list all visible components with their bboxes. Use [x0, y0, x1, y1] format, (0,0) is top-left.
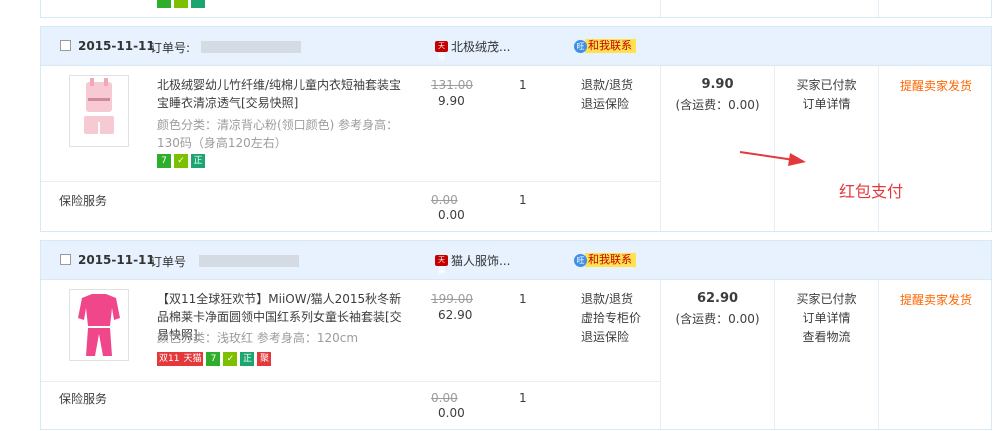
remind-seller-ship-link[interactable]: 提醒卖家发货	[879, 77, 993, 94]
order-number-label: 订单号	[150, 255, 187, 269]
order-select-checkbox[interactable]	[60, 40, 71, 51]
previous-order-badges	[157, 0, 205, 8]
order-date: 2015-11-11	[78, 253, 155, 267]
seven-day-return-icon[interactable]: 7	[157, 154, 171, 168]
order-total: 9.90 (含运费：0.00)	[661, 77, 774, 113]
product-thumbnail[interactable]	[69, 75, 129, 147]
cup-badge-icon[interactable]: ✓	[174, 154, 188, 168]
order-header: 2015-11-11 订单号 天猫 猫人服饰... 旺 和我联系	[41, 241, 991, 280]
pajama-set-image	[84, 78, 114, 134]
shop-name: 猫人服饰...	[451, 254, 511, 268]
girls-long-sleeve-set-image	[78, 294, 120, 356]
shop-link[interactable]: 天猫 猫人服饰...	[435, 252, 511, 275]
product-spec: 颜色分类：清凉背心粉(领口颜色) 参考身高：130码（身高120左右）	[157, 118, 399, 150]
counter-price-link[interactable]: 虚拾专柜价	[581, 309, 641, 328]
unit-price: 62.90	[438, 308, 473, 322]
refund-link[interactable]: 退款/退货	[581, 76, 633, 95]
annotation-arrow-icon	[739, 151, 806, 166]
total-amount: 62.90	[696, 291, 739, 306]
view-logistics-link[interactable]: 查看物流	[775, 328, 878, 347]
order-card: 2015-11-11 订单号 天猫 猫人服饰... 旺 和我联系 【双11全球狂…	[40, 240, 992, 430]
double-eleven-badge[interactable]: 双11	[157, 352, 182, 366]
status-text: 买家已付款	[796, 78, 857, 92]
previous-order-stub	[40, 0, 992, 18]
product-badges: 7 ✓ 正	[157, 154, 205, 168]
total-amount: 9.90	[701, 77, 734, 92]
order-number-redacted	[199, 255, 299, 267]
insurance-original-price: 0.00	[431, 193, 458, 207]
annotation-note: 红包支付	[839, 182, 904, 201]
order-details-link[interactable]: 订单详情	[775, 309, 878, 328]
shop-name: 北极绒茂...	[451, 40, 511, 54]
return-insurance-link[interactable]: 退运保险	[581, 328, 641, 347]
product-services: 退款/退货 虚拾专柜价 退运保险	[581, 290, 641, 347]
return-insurance-link[interactable]: 退运保险	[581, 95, 633, 114]
insurance-quantity: 1	[519, 391, 527, 405]
contact-seller-button[interactable]: 旺 和我联系	[574, 39, 636, 53]
original-price: 131.00	[431, 78, 473, 92]
remind-seller-ship-link[interactable]: 提醒卖家发货	[879, 291, 993, 308]
order-number-label: 订单号:	[150, 41, 191, 55]
shipping-fee: (含运费：0.00)	[675, 98, 760, 112]
genuine-badge-icon	[191, 0, 205, 8]
seven-day-return-icon[interactable]: 7	[206, 352, 221, 366]
order-status: 买家已付款 订单详情	[775, 76, 878, 114]
insurance-price: 0.00	[438, 406, 465, 420]
order-status: 买家已付款 订单详情 查看物流	[775, 290, 878, 347]
quantity: 1	[519, 292, 527, 306]
order-header: 2015-11-11 订单号: 天猫 北极绒茂... 旺 和我联系	[41, 27, 991, 66]
product-spec: 颜色分类：浅玫红 参考身高：120cm	[157, 331, 359, 345]
status-text: 买家已付款	[796, 292, 857, 306]
shop-link[interactable]: 天猫 北极绒茂...	[435, 38, 511, 61]
tmall-badge[interactable]: 天猫	[181, 352, 204, 366]
wangwang-icon: 旺	[574, 253, 587, 267]
seven-day-return-icon	[157, 0, 171, 8]
original-price: 199.00	[431, 292, 473, 306]
insurance-label: 保险服务	[59, 392, 108, 406]
order-select-checkbox[interactable]	[60, 254, 71, 265]
genuine-badge-icon[interactable]: 正	[191, 154, 205, 168]
quantity: 1	[519, 78, 527, 92]
insurance-original-price: 0.00	[431, 391, 458, 405]
tmall-icon: 天猫	[435, 255, 448, 275]
unit-price: 9.90	[438, 94, 465, 108]
cup-badge-icon[interactable]: ✓	[223, 352, 238, 366]
product-thumbnail[interactable]	[69, 289, 129, 361]
product-services: 退款/退货 退运保险	[581, 76, 633, 114]
contact-seller-label: 和我联系	[585, 253, 636, 267]
refund-link[interactable]: 退款/退货	[581, 290, 641, 309]
insurance-price: 0.00	[438, 208, 465, 222]
shipping-fee: (含运费：0.00)	[675, 312, 760, 326]
genuine-badge-icon[interactable]: 正	[240, 352, 255, 366]
contact-seller-label: 和我联系	[585, 39, 636, 53]
tmall-icon: 天猫	[435, 41, 448, 61]
order-total: 62.90 (含运费：0.00)	[661, 291, 774, 327]
ju-badge-icon[interactable]: 聚	[257, 352, 272, 366]
contact-seller-button[interactable]: 旺 和我联系	[574, 253, 636, 267]
cup-badge-icon	[174, 0, 188, 8]
insurance-quantity: 1	[519, 193, 527, 207]
product-title-link[interactable]: 北极绒婴幼儿竹纤维/纯棉儿童内衣短袖套装宝宝睡衣清凉透气[交易快照]	[157, 76, 407, 112]
product-badges: 双11 天猫 7 ✓ 正 聚	[157, 352, 272, 366]
wangwang-icon: 旺	[574, 39, 587, 53]
order-date: 2015-11-11	[78, 39, 155, 53]
insurance-label: 保险服务	[59, 194, 108, 208]
order-details-link[interactable]: 订单详情	[775, 95, 878, 114]
order-number-redacted	[201, 41, 301, 53]
